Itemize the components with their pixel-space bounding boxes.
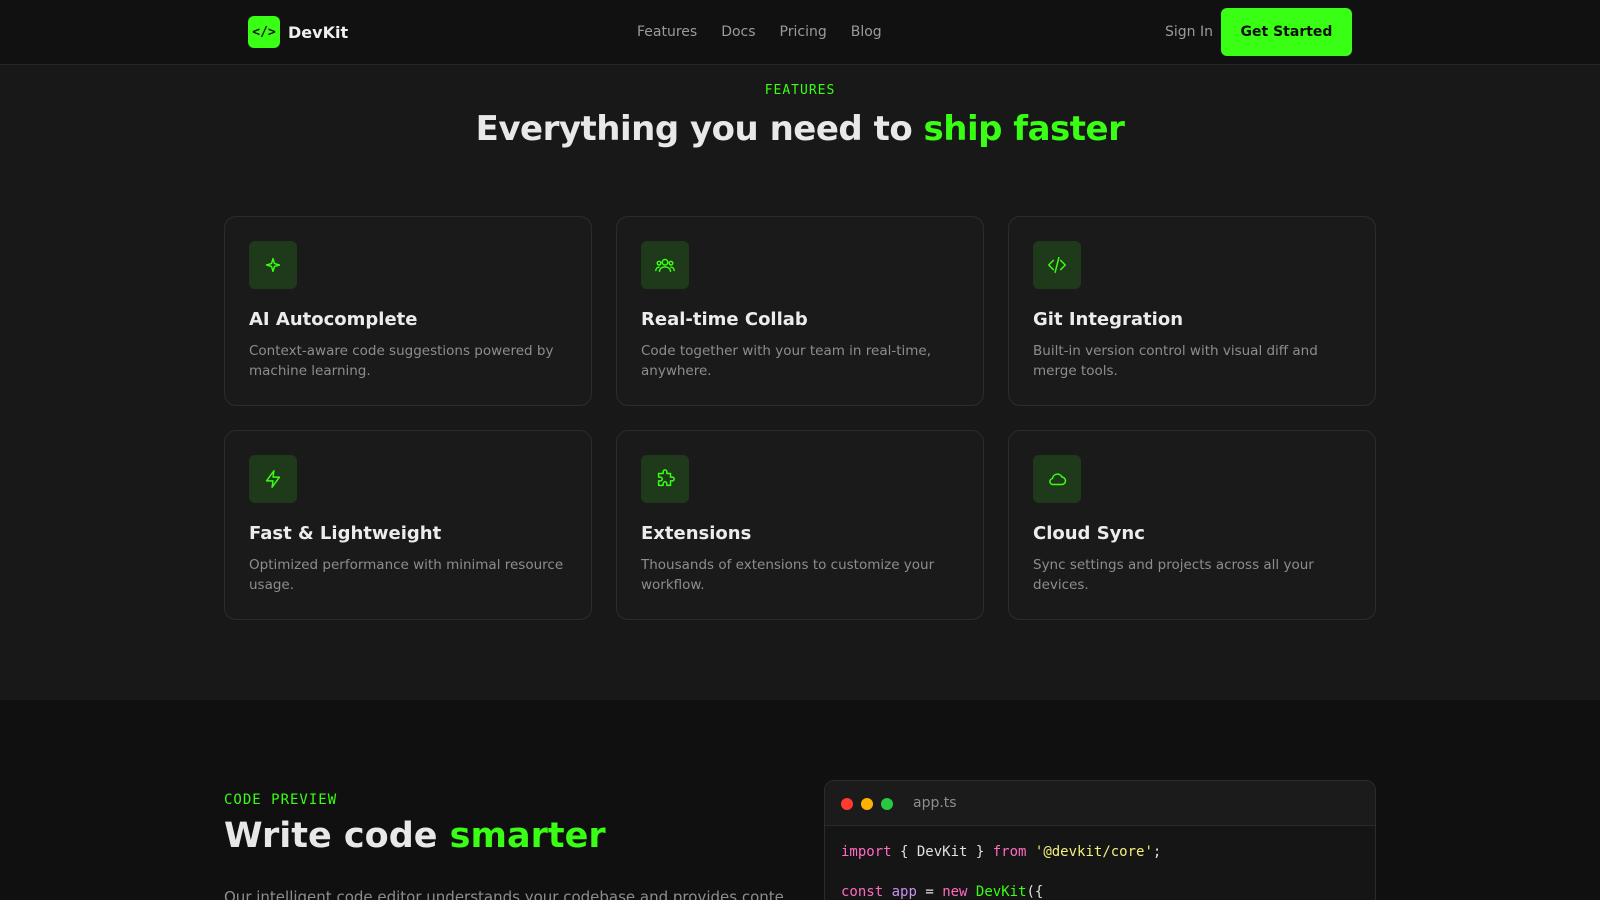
code-preview-section: CODE PREVIEW Write code smarter Our inte…: [0, 700, 1600, 900]
feature-card-realtime-collab: Real-time Collab Code together with your…: [616, 216, 984, 406]
nav-link-features[interactable]: Features: [637, 22, 697, 42]
feature-card-title: Fast & Lightweight: [249, 523, 442, 544]
feature-card-title: Extensions: [641, 523, 752, 544]
minimize-dot-icon: [861, 798, 873, 810]
code-preview-heading: Write code smarter: [224, 816, 606, 856]
get-started-button[interactable]: Get Started: [1221, 8, 1352, 56]
code-preview-body: Our intelligent code editor understands …: [224, 888, 784, 900]
code-token: '@devkit/core': [1034, 844, 1153, 860]
feature-card-extensions: Extensions Thousands of extensions to cu…: [616, 430, 984, 620]
feature-card-description: Built-in version control with visual dif…: [1033, 343, 1318, 379]
code-token: ;: [1152, 844, 1162, 860]
code-preview-eyebrow: CODE PREVIEW: [224, 792, 338, 808]
logo-text: DevKit: [288, 22, 349, 42]
feature-card-ai-autocomplete: AI Autocomplete Context-aware code sugge…: [224, 216, 592, 406]
top-navbar: </> DevKit Features Docs Pricing Blog Si…: [0, 0, 1600, 65]
feature-card-description: Optimized performance with minimal resou…: [249, 557, 564, 593]
code-token: const: [841, 884, 884, 900]
feature-card-fast-lightweight: Fast & Lightweight Optimized performance…: [224, 430, 592, 620]
nav-link-blog[interactable]: Blog: [851, 22, 882, 42]
editor-titlebar: app.ts: [825, 781, 1375, 826]
code-icon: [1033, 241, 1081, 289]
lightning-icon: [249, 455, 297, 503]
feature-card-title: AI Autocomplete: [249, 309, 418, 330]
feature-card-description: Code together with your team in real-tim…: [641, 343, 932, 379]
maximize-dot-icon: [881, 798, 893, 810]
code-line-1: import { DevKit } from '@devkit/core';: [841, 842, 1359, 862]
code-token: new: [942, 884, 968, 900]
features-heading-accent: ship faster: [923, 109, 1125, 149]
logo[interactable]: </> DevKit: [248, 16, 348, 48]
code-token: DevKit: [975, 884, 1027, 900]
puzzle-icon: [641, 455, 689, 503]
features-heading-plain: Everything you need to: [475, 109, 924, 149]
nav-link-docs[interactable]: Docs: [721, 22, 755, 42]
feature-card-title: Real-time Collab: [641, 309, 808, 330]
feature-card-cloud-sync: Cloud Sync Sync settings and projects ac…: [1008, 430, 1376, 620]
features-eyebrow: FEATURES: [764, 83, 836, 98]
code-token: { DevKit }: [891, 844, 993, 860]
code-preview-heading-accent: smarter: [449, 816, 606, 856]
code-token: app: [891, 884, 917, 900]
feature-card-git-integration: Git Integration Built-in version control…: [1008, 216, 1376, 406]
close-dot-icon: [841, 798, 853, 810]
nav-links: Features Docs Pricing Blog: [637, 22, 906, 42]
feature-card-title: Git Integration: [1033, 309, 1184, 330]
feature-card-description: Thousands of extensions to customize you…: [641, 557, 935, 593]
feature-card-description: Context-aware code suggestions powered b…: [249, 343, 554, 379]
nav-link-pricing[interactable]: Pricing: [780, 22, 827, 42]
code-token: ({: [1026, 884, 1044, 900]
cloud-icon: [1033, 455, 1081, 503]
sign-in-link[interactable]: Sign In: [1165, 22, 1213, 42]
editor-filename: app.ts: [913, 795, 957, 811]
code-editor-window: app.ts import { DevKit } from '@devkit/c…: [824, 780, 1376, 900]
features-heading: Everything you need to ship faster: [0, 109, 1600, 149]
sparkle-icon: [249, 241, 297, 289]
code-token: =: [916, 884, 943, 900]
code-token: import: [841, 844, 892, 860]
code-preview-heading-plain: Write code: [224, 816, 450, 856]
code-block: import { DevKit } from '@devkit/core'; c…: [825, 826, 1375, 900]
feature-card-description: Sync settings and projects across all yo…: [1033, 557, 1314, 593]
logo-code-icon: </>: [248, 16, 280, 48]
code-token: from: [992, 844, 1027, 860]
feature-card-title: Cloud Sync: [1033, 523, 1145, 544]
users-icon: [641, 241, 689, 289]
code-line-2: const app = new DevKit({: [841, 882, 1359, 900]
